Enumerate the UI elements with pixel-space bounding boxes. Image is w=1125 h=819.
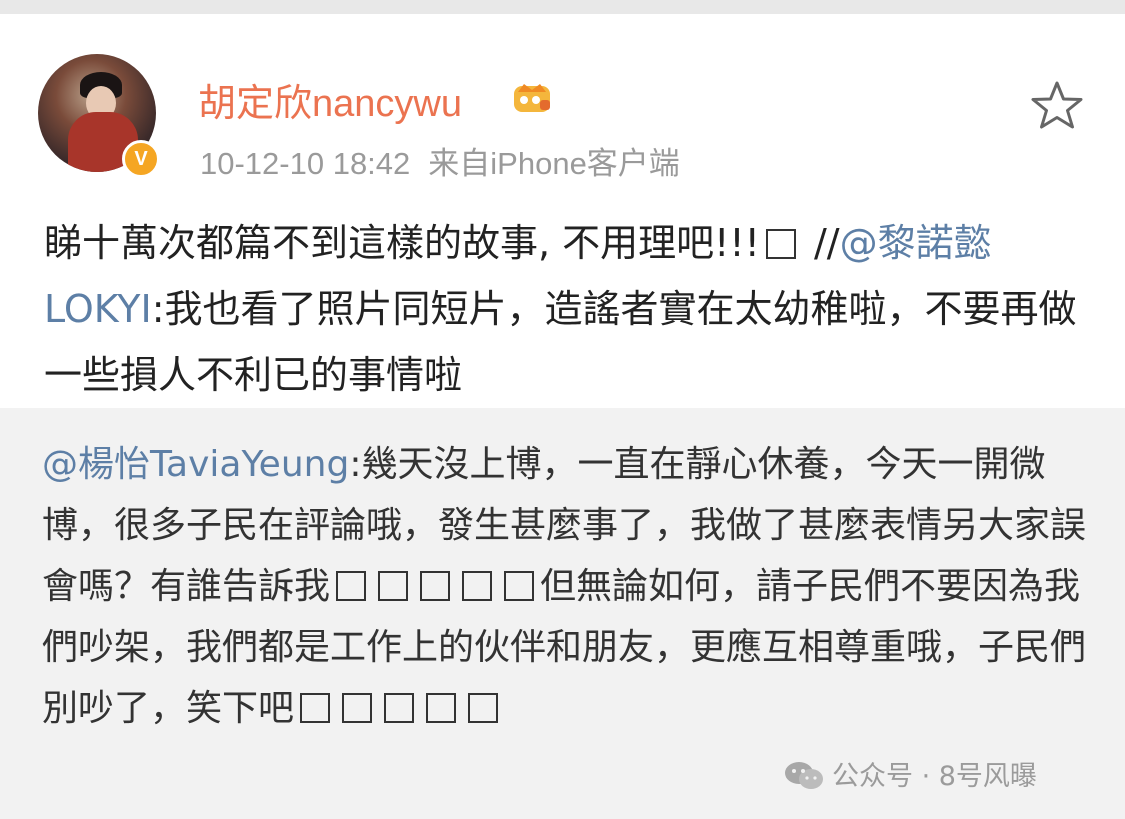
star-icon[interactable] — [1030, 80, 1084, 130]
emoji-placeholder-icon — [504, 571, 535, 601]
repost-separator: // — [813, 221, 840, 265]
emoji-placeholder-icon — [342, 693, 373, 723]
quoted-text: :我也看了照片同短片，造謠者實在太幼稚啦，不要再做一些損人不利已的事情啦 — [44, 287, 1077, 397]
top-divider — [0, 0, 1125, 14]
weibo-post: V 胡定欣nancywu 10-12-10 18:42 来自iPhone客户端 睇… — [0, 14, 1125, 408]
watermark: 公众号 · 8号风曝 — [784, 754, 1037, 793]
emoji-placeholder-icon — [426, 693, 457, 723]
crown-icon — [514, 84, 550, 112]
emoji-placeholder-icon — [462, 571, 493, 601]
post-body: 睇十萬次都篇不到這樣的故事, 不用理吧!!! //@黎諾懿LOKYI:我也看了照… — [44, 210, 1094, 408]
emoji-placeholder-icon — [765, 229, 796, 259]
wechat-icon — [785, 762, 823, 789]
emoji-placeholder-icon — [300, 693, 331, 723]
username[interactable]: 胡定欣nancywu — [198, 72, 462, 127]
emoji-placeholder-icon — [468, 693, 499, 723]
reposted-content[interactable]: @楊怡TaviaYeung:幾天沒上博，一直在靜心休養，今天一開微博，很多子民在… — [0, 408, 1125, 819]
verified-v-icon: V — [122, 140, 160, 178]
emoji-placeholder-icon — [420, 571, 451, 601]
repost-body: @楊怡TaviaYeung:幾天沒上博，一直在靜心休養，今天一開微博，很多子民在… — [42, 434, 1092, 739]
post-text-main: 睇十萬次都篇不到這樣的故事, 不用理吧!!! — [44, 221, 760, 265]
watermark-text: 公众号 · 8号风曝 — [832, 761, 1037, 792]
emoji-placeholder-icon — [378, 571, 409, 601]
mention-link[interactable]: @楊怡TaviaYeung — [42, 444, 349, 485]
post-meta: 10-12-10 18:42 来自iPhone客户端 — [200, 138, 680, 183]
emoji-placeholder-icon — [384, 693, 415, 723]
emoji-placeholder-icon — [336, 571, 367, 601]
post-source: 来自iPhone客户端 — [428, 146, 680, 181]
post-timestamp: 10-12-10 18:42 — [200, 146, 411, 181]
